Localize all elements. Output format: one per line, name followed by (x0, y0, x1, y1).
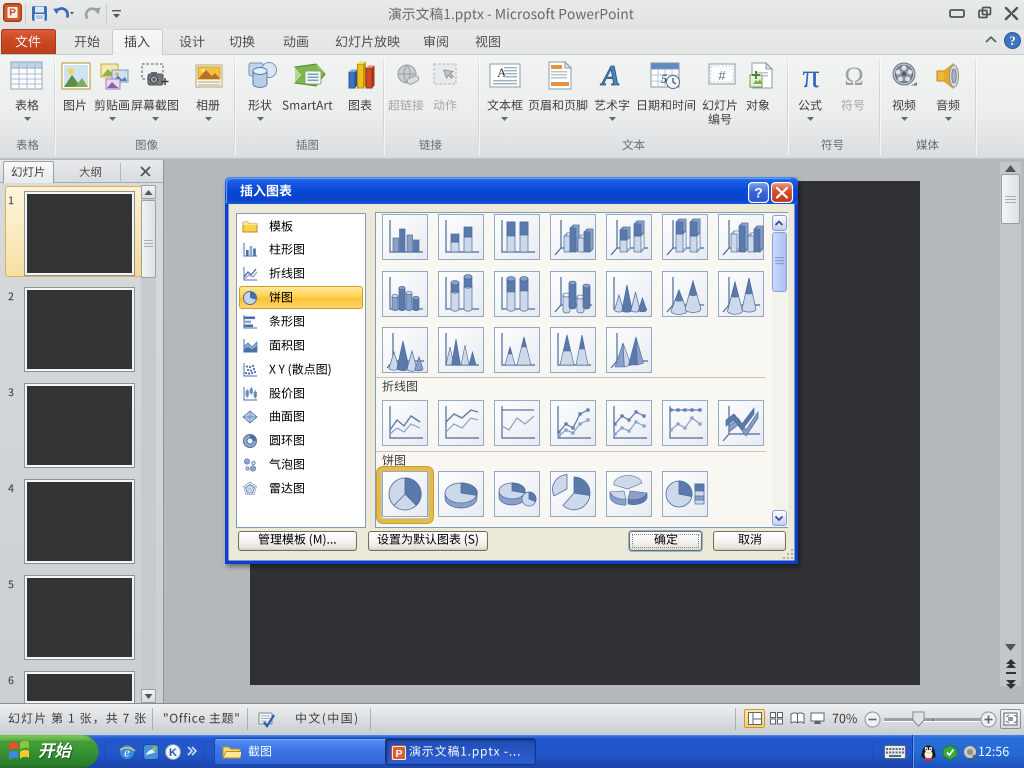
svg-text:P: P (9, 8, 16, 19)
svg-text:Ω: Ω (844, 62, 863, 90)
svg-text:e: e (124, 745, 130, 760)
svg-text:P: P (395, 748, 402, 760)
svg-text:A: A (600, 62, 621, 89)
svg-text:π: π (802, 62, 819, 90)
svg-text:#: # (718, 68, 726, 83)
svg-text:?: ? (754, 185, 763, 201)
svg-text:?: ? (1009, 34, 1015, 48)
svg-text:K: K (169, 747, 177, 759)
